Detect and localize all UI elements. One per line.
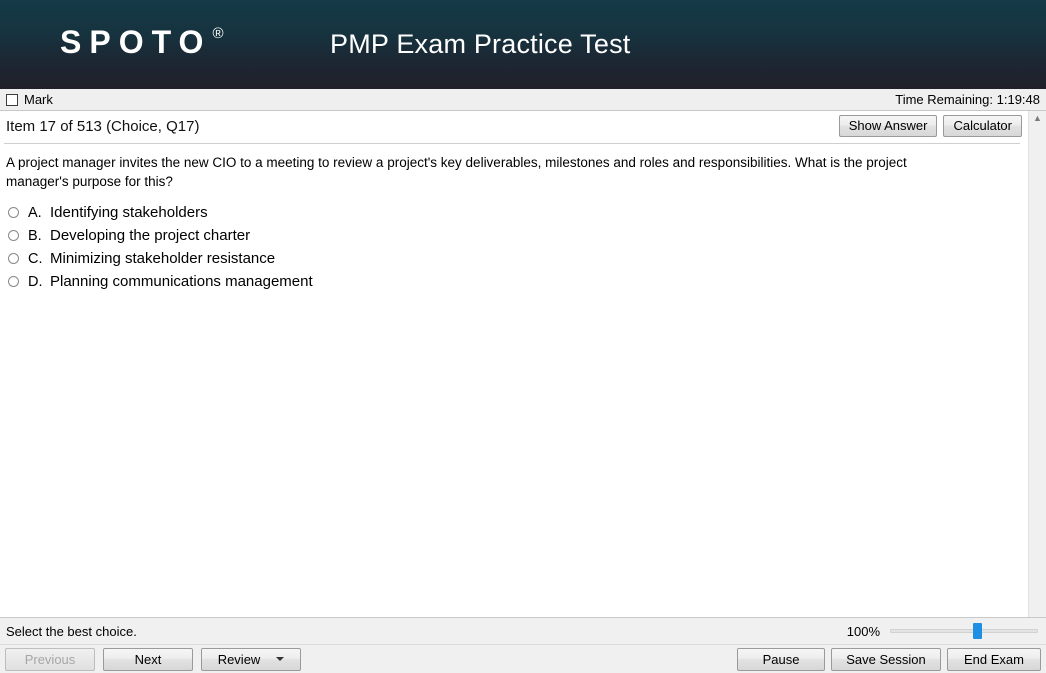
scroll-up-arrow-icon[interactable]: ▲ <box>1029 111 1046 126</box>
end-exam-button[interactable]: End Exam <box>947 647 1041 671</box>
option-letter-c: C. <box>28 250 43 267</box>
instruction-text: Select the best choice. <box>6 623 137 639</box>
time-remaining: Time Remaining: 1:19:48 <box>895 92 1040 107</box>
answer-option-a[interactable]: A. Identifying stakeholders <box>8 201 1028 224</box>
answer-option-c[interactable]: C. Minimizing stakeholder resistance <box>8 247 1028 270</box>
exam-content-main: Item 17 of 513 (Choice, Q17) Show Answer… <box>0 111 1028 617</box>
zoom-percent-label: 100% <box>846 623 880 639</box>
exam-application-window: SPOTO ® PMP Exam Practice Test Mark Time… <box>0 0 1046 673</box>
answer-option-b[interactable]: B. Developing the project charter <box>8 224 1028 247</box>
option-letter-a: A. <box>28 204 42 221</box>
registered-trademark-icon: ® <box>212 25 224 42</box>
vertical-scrollbar[interactable]: ▲ <box>1028 111 1046 617</box>
option-text-b: Developing the project charter <box>50 227 251 244</box>
session-action-buttons: Pause Save Session End Exam <box>737 647 1041 671</box>
zoom-slider[interactable] <box>890 623 1038 639</box>
zoom-slider-track[interactable] <box>890 629 1038 633</box>
zoom-control-group: 100% <box>847 623 1038 639</box>
scrollbar-track[interactable] <box>1029 126 1046 617</box>
pause-button[interactable]: Pause <box>737 647 825 671</box>
logo-wordmark: SPOTO <box>60 24 212 60</box>
mark-checkbox[interactable] <box>6 93 18 106</box>
option-text-c: Minimizing stakeholder resistance <box>50 250 276 267</box>
next-button[interactable]: Next <box>103 647 193 671</box>
option-text-d: Planning communications management <box>50 273 313 290</box>
item-header-buttons: Show Answer Calculator <box>838 115 1022 137</box>
question-text: A project manager invites the new CIO to… <box>6 155 907 189</box>
bottom-navigation-bar: Previous Next Review Pause Save Session … <box>0 644 1046 673</box>
exam-content-panel: Item 17 of 513 (Choice, Q17) Show Answer… <box>0 111 1046 617</box>
show-answer-button[interactable]: Show Answer <box>838 115 938 137</box>
spoto-logo: SPOTO ® <box>60 24 224 60</box>
radio-button-c[interactable] <box>8 253 19 264</box>
option-letter-b: B. <box>28 227 42 244</box>
brand-header: SPOTO ® PMP Exam Practice Test <box>0 0 1046 89</box>
option-text-a: Identifying stakeholders <box>50 204 208 221</box>
previous-button[interactable]: Previous <box>5 647 95 671</box>
status-bar: Select the best choice. 100% <box>0 617 1046 644</box>
chevron-down-icon <box>276 657 285 661</box>
option-letter-d: D. <box>28 273 43 290</box>
item-header-row: Item 17 of 513 (Choice, Q17) Show Answer… <box>0 111 1028 141</box>
mark-label: Mark <box>24 92 53 107</box>
mark-checkbox-group[interactable]: Mark <box>6 92 53 107</box>
answer-option-d[interactable]: D. Planning communications management <box>8 270 1028 293</box>
review-label: Review <box>217 651 261 667</box>
radio-button-b[interactable] <box>8 230 19 241</box>
answer-options-list: A. Identifying stakeholders B. Developin… <box>0 191 1028 293</box>
review-dropdown-button[interactable]: Review <box>201 647 301 671</box>
calculator-button[interactable]: Calculator <box>943 115 1022 137</box>
save-session-button[interactable]: Save Session <box>831 647 941 671</box>
radio-button-d[interactable] <box>8 276 19 287</box>
radio-button-a[interactable] <box>8 207 19 218</box>
item-counter-label: Item 17 of 513 (Choice, Q17) <box>6 117 200 135</box>
zoom-slider-thumb[interactable] <box>972 623 982 639</box>
mark-and-timer-bar: Mark Time Remaining: 1:19:48 <box>0 89 1046 111</box>
page-title: PMP Exam Practice Test <box>330 29 631 59</box>
